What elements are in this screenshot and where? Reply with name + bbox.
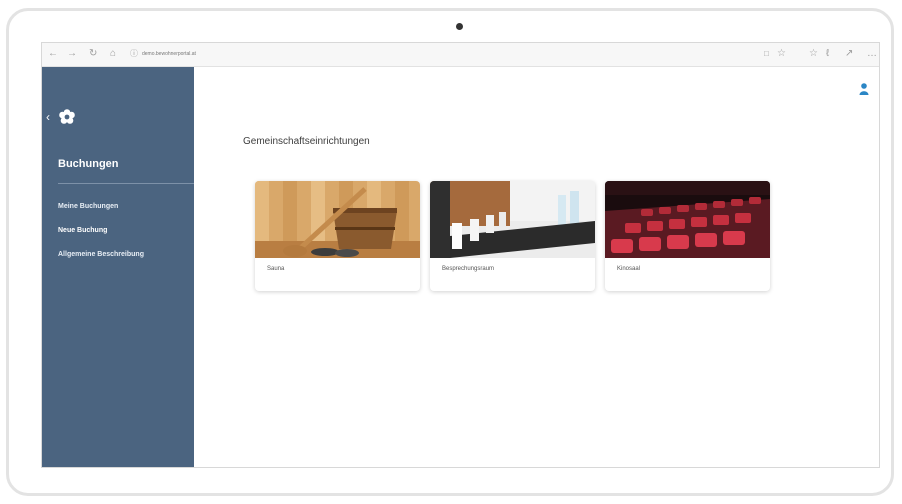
favorites-icon[interactable]: ☆ bbox=[809, 48, 818, 60]
more-icon[interactable]: … bbox=[867, 48, 877, 60]
main-content: Gemeinschaftseinrichtungen Sauna Besprec… bbox=[194, 67, 879, 467]
cinema-image bbox=[605, 181, 770, 258]
sauna-image bbox=[255, 181, 420, 258]
page-title: Gemeinschaftseinrichtungen bbox=[243, 136, 370, 147]
facility-card-sauna[interactable]: Sauna bbox=[255, 181, 420, 291]
browser-window: ← → ↻ ⌂ ⓘ demo.bewohnerportal.at □ ☆ ☆ ℓ… bbox=[41, 42, 880, 468]
info-icon: ⓘ bbox=[130, 49, 138, 58]
refresh-icon[interactable]: ↻ bbox=[89, 48, 97, 60]
logo-icon bbox=[59, 109, 75, 124]
home-icon[interactable]: ⌂ bbox=[110, 48, 116, 60]
facility-card-kinosaal[interactable]: Kinosaal bbox=[605, 181, 770, 291]
browser-toolbar: ← → ↻ ⌂ ⓘ demo.bewohnerportal.at □ ☆ ☆ ℓ… bbox=[42, 43, 879, 67]
address-bar[interactable]: demo.bewohnerportal.at bbox=[142, 48, 262, 61]
sidebar-item-neue-buchung[interactable]: Neue Buchung bbox=[58, 227, 107, 234]
facility-card-besprechungsraum[interactable]: Besprechungsraum bbox=[430, 181, 595, 291]
meeting-room-image bbox=[430, 181, 595, 258]
notes-icon[interactable]: ℓ bbox=[826, 48, 829, 60]
favorite-star-icon[interactable]: ☆ bbox=[777, 48, 786, 60]
share-icon[interactable]: ↗ bbox=[845, 48, 853, 60]
forward-arrow-icon[interactable]: → bbox=[67, 48, 77, 60]
user-icon[interactable] bbox=[859, 83, 869, 95]
card-label-sauna: Sauna bbox=[267, 266, 285, 272]
chevron-left-icon[interactable]: ‹ bbox=[46, 111, 50, 123]
sidebar-divider bbox=[58, 183, 194, 184]
back-arrow-icon[interactable]: ← bbox=[48, 48, 58, 60]
card-label-kinosaal: Kinosaal bbox=[617, 266, 641, 272]
sidebar: ‹ Buchungen Meine Buchungen Neue Buchung… bbox=[42, 67, 194, 467]
card-label-besprechungsraum: Besprechungsraum bbox=[442, 266, 495, 272]
sidebar-item-allgemeine-beschreibung[interactable]: Allgemeine Beschreibung bbox=[58, 251, 144, 258]
reading-view-icon[interactable]: □ bbox=[764, 48, 769, 60]
sidebar-item-meine-buchungen[interactable]: Meine Buchungen bbox=[58, 203, 118, 210]
camera-dot bbox=[456, 23, 463, 30]
sidebar-title: Buchungen bbox=[58, 158, 119, 170]
